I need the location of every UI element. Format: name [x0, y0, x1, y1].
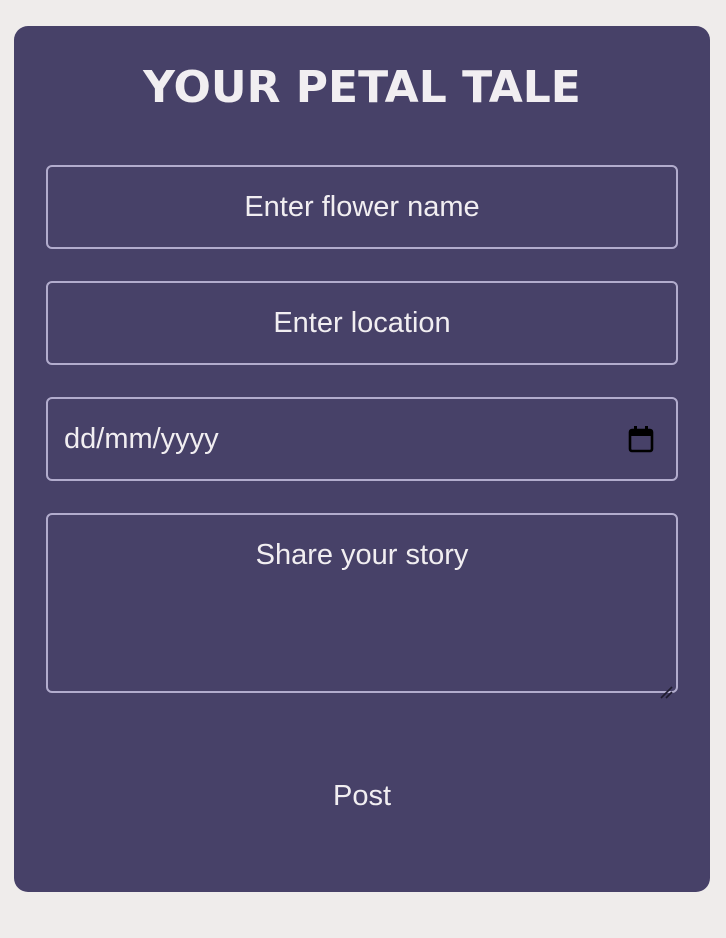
date-input[interactable]: dd/mm/yyyy: [46, 397, 678, 481]
story-placeholder: Share your story: [255, 539, 469, 571]
story-textarea[interactable]: Share your story: [46, 513, 678, 699]
calendar-icon[interactable]: [628, 425, 654, 453]
form-title: YOUR PETAL TALE: [143, 62, 581, 113]
petal-tale-form-card: YOUR PETAL TALE Enter flower name Enter …: [14, 26, 710, 892]
location-placeholder: Enter location: [273, 306, 451, 339]
location-input[interactable]: Enter location: [46, 281, 678, 365]
post-button[interactable]: Post: [46, 766, 678, 826]
date-placeholder: dd/mm/yyyy: [64, 422, 219, 455]
flower-name-input[interactable]: Enter flower name: [46, 165, 678, 249]
flower-name-placeholder: Enter flower name: [244, 190, 480, 223]
resize-handle-icon[interactable]: [659, 674, 673, 699]
